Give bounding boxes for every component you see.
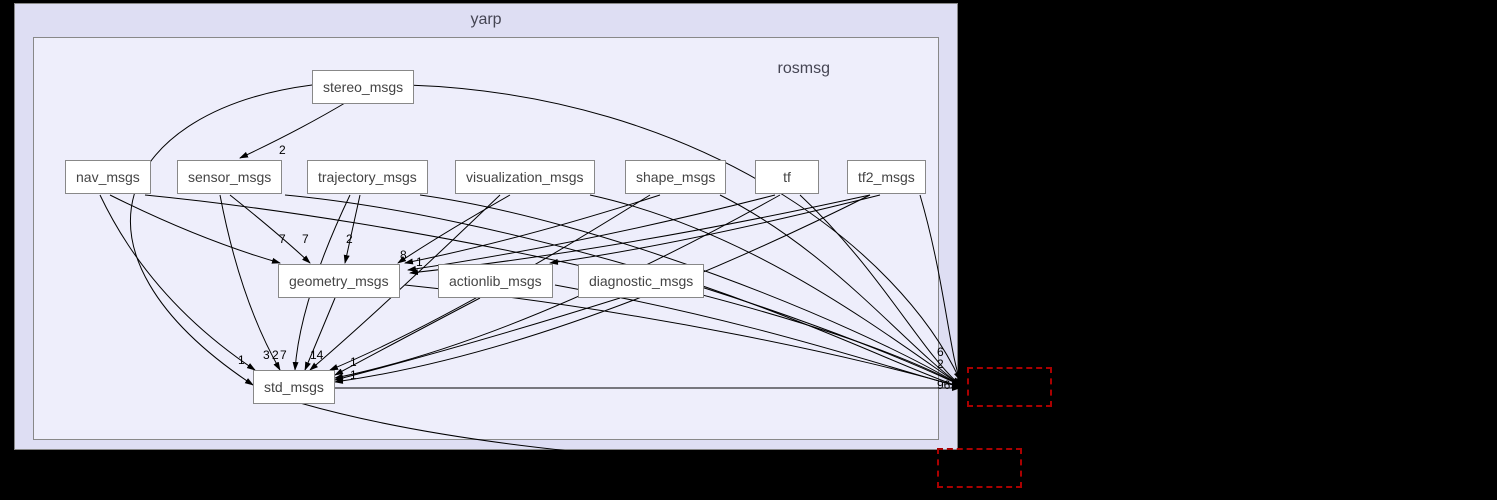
outer-cluster-yarp: yarp rosmsg: [14, 3, 958, 450]
edge-label: 7: [280, 348, 287, 362]
legend-box-2: [937, 448, 1022, 488]
edge-label: 7: [302, 232, 309, 246]
node-shape-msgs[interactable]: shape_msgs: [625, 160, 726, 194]
edge-label: 2: [279, 143, 286, 157]
node-geometry-msgs[interactable]: geometry_msgs: [278, 264, 400, 298]
edge-label: 96: [937, 378, 950, 392]
outer-cluster-label: yarp: [470, 11, 501, 29]
inner-cluster-rosmsg: rosmsg: [33, 37, 939, 440]
node-visualization-msgs[interactable]: visualization_msgs: [455, 160, 595, 194]
node-actionlib-msgs[interactable]: actionlib_msgs: [438, 264, 553, 298]
edge-label: 8: [400, 248, 407, 262]
node-tf2-msgs[interactable]: tf2_msgs: [847, 160, 926, 194]
edge-label: 1: [238, 353, 245, 367]
edge-label: 14: [310, 348, 323, 362]
edge-label: 2: [346, 232, 353, 246]
edge-label: 2: [272, 348, 279, 362]
edge-label: 3: [263, 348, 270, 362]
node-std-msgs[interactable]: std_msgs: [253, 370, 335, 404]
node-sensor-msgs[interactable]: sensor_msgs: [177, 160, 282, 194]
edge-label: 1: [350, 355, 357, 369]
node-trajectory-msgs[interactable]: trajectory_msgs: [307, 160, 428, 194]
node-tf[interactable]: tf: [755, 160, 819, 194]
legend-box-1: [967, 367, 1052, 407]
node-diagnostic-msgs[interactable]: diagnostic_msgs: [578, 264, 704, 298]
edge-label: 2: [937, 357, 944, 371]
node-nav-msgs[interactable]: nav_msgs: [65, 160, 151, 194]
node-stereo-msgs[interactable]: stereo_msgs: [312, 70, 414, 104]
inner-cluster-label: rosmsg: [778, 60, 830, 78]
edge-label: 1: [416, 255, 423, 269]
edge-label: 7: [279, 232, 286, 246]
edge-label: 1: [350, 368, 357, 382]
